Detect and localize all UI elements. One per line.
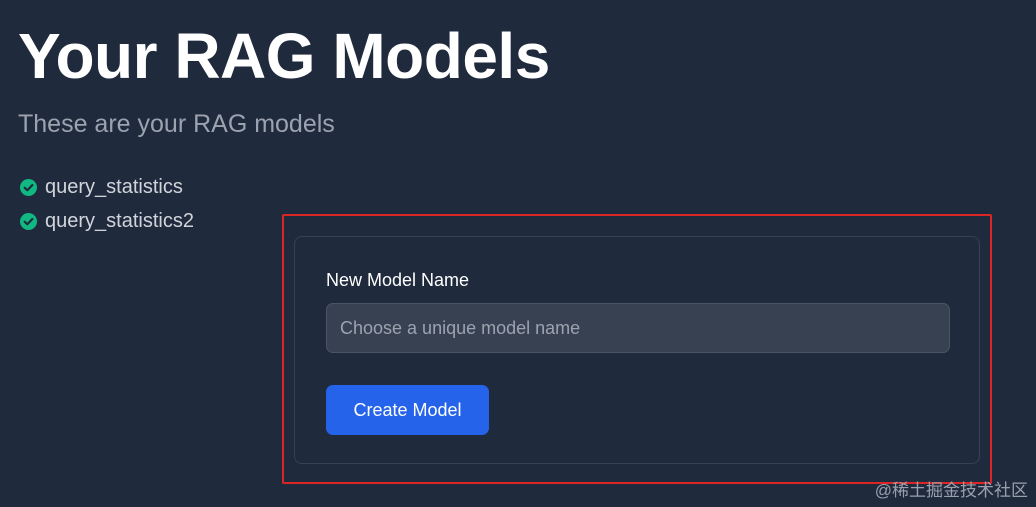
model-list: query_statistics query_statistics2 — [20, 170, 194, 238]
check-circle-icon — [20, 178, 37, 196]
model-list-item: query_statistics2 — [20, 204, 194, 238]
model-name: query_statistics — [45, 175, 183, 198]
page-subtitle: These are your RAG models — [18, 110, 335, 138]
highlight-annotation-box — [282, 214, 992, 484]
page-title: Your RAG Models — [18, 20, 550, 92]
watermark: @稀土掘金技术社区 — [874, 481, 1028, 500]
model-list-item: query_statistics — [20, 170, 194, 204]
model-name: query_statistics2 — [45, 209, 194, 232]
check-circle-icon — [20, 212, 37, 230]
